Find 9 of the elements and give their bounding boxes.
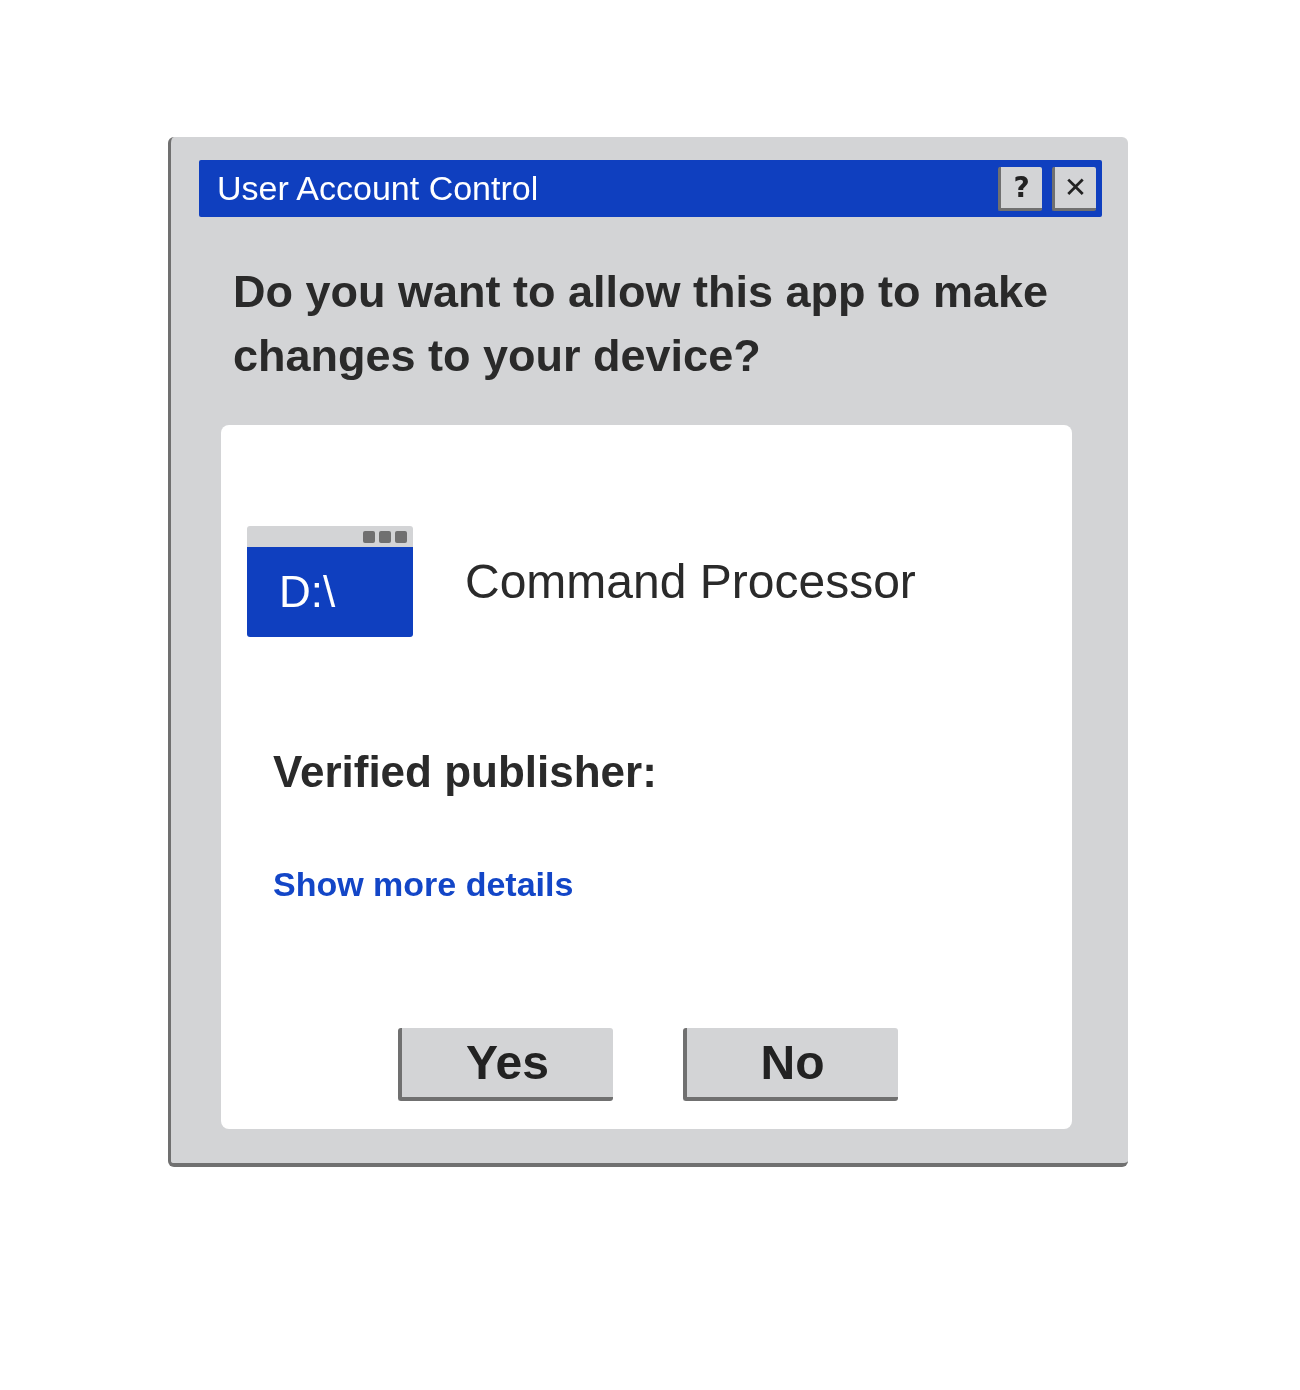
details-link[interactable]: Show more details	[273, 865, 574, 904]
prompt-question: Do you want to allow this app to make changes to your device?	[233, 265, 1050, 383]
help-button[interactable]: ?	[998, 166, 1042, 211]
no-button[interactable]: No	[683, 1028, 898, 1101]
app-name: Command Processor	[465, 554, 916, 609]
window-title: User Account Control	[217, 169, 539, 208]
publisher-label: Verified publisher:	[273, 747, 657, 797]
close-button[interactable]: ✕	[1052, 166, 1096, 211]
yes-button[interactable]: Yes	[398, 1028, 613, 1101]
